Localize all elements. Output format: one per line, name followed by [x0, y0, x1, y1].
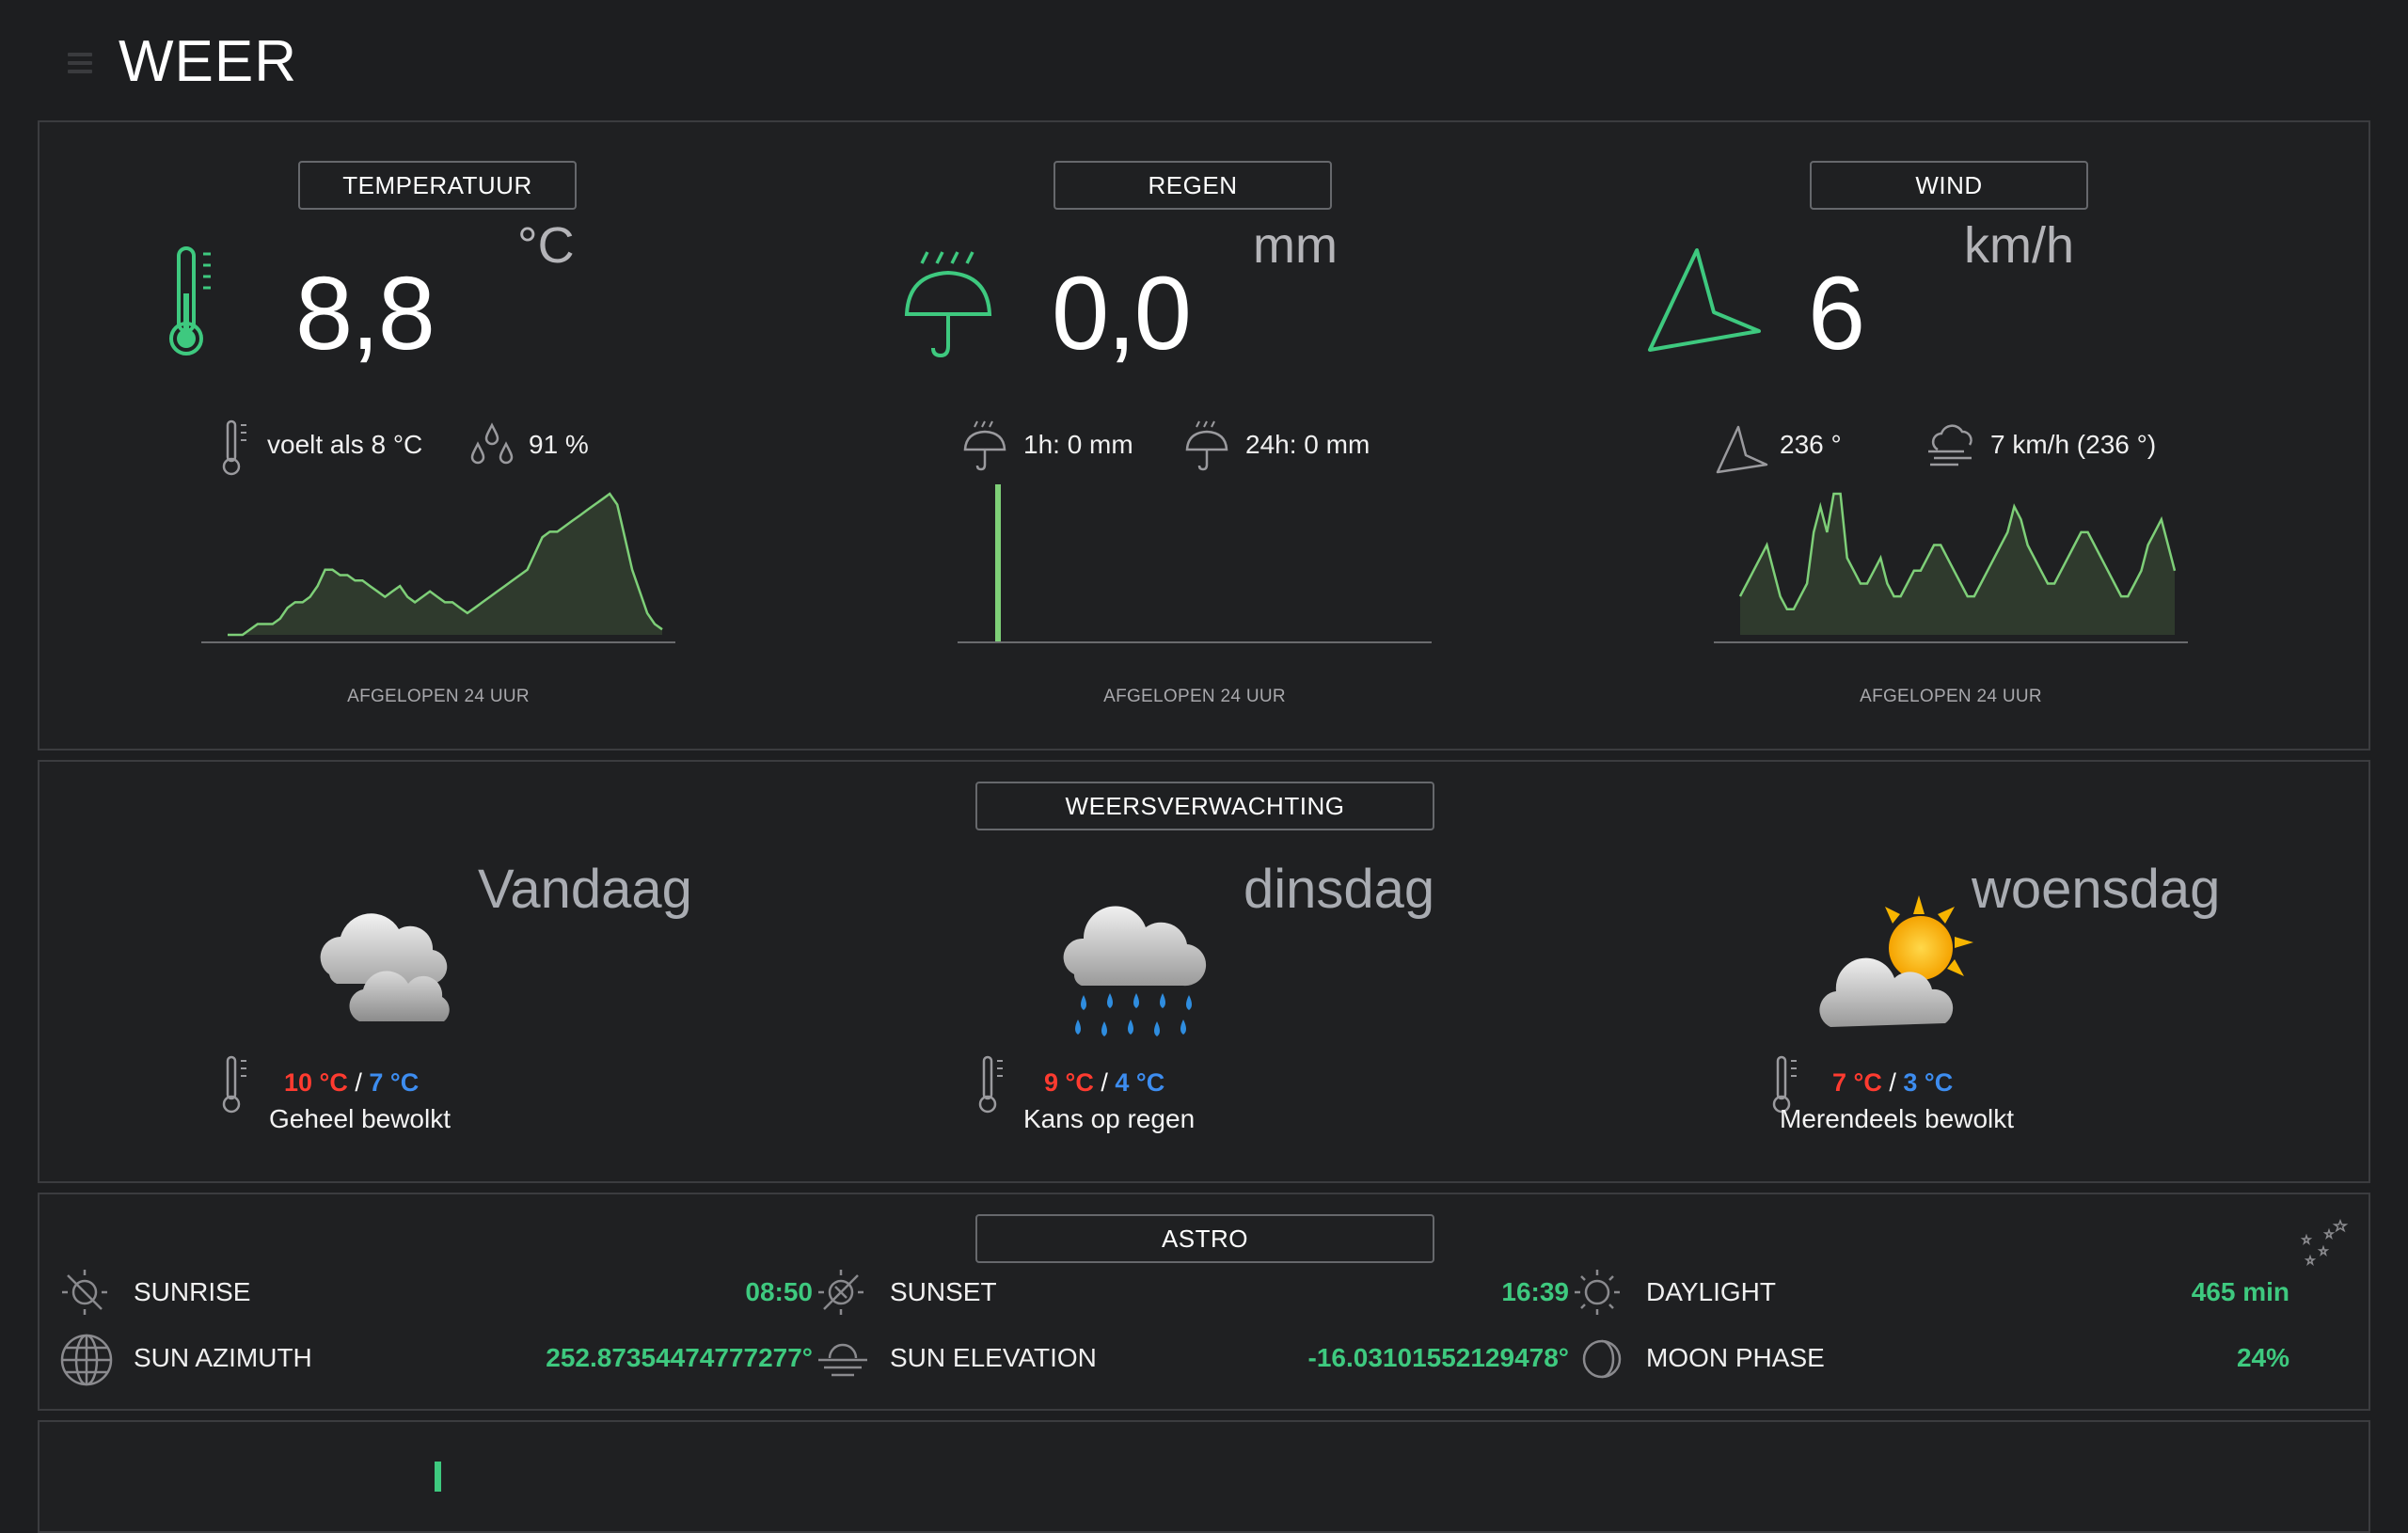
hamburger-menu-icon[interactable]	[68, 53, 92, 73]
moon-phase-value: 24%	[2237, 1343, 2289, 1373]
temperature-unit: °C	[517, 216, 575, 275]
daylight-value: 465 min	[2192, 1277, 2289, 1307]
stars-icon	[2297, 1217, 2350, 1270]
thermometer-icon	[164, 245, 220, 357]
rain-cloud-icon	[1057, 884, 1236, 1053]
sun-elevation-value: -16.03101552129478°	[1308, 1343, 1569, 1373]
sunset-icon	[815, 1266, 867, 1319]
forecast-thermometer-icon	[218, 1055, 252, 1114]
daylight-sun-icon	[1571, 1266, 1624, 1319]
page-title: WEER	[119, 28, 297, 95]
rain-chart	[958, 484, 1432, 672]
temperature-chart	[201, 484, 675, 672]
forecast-condition: Kans op regen	[1023, 1104, 1195, 1134]
top-bar: WEER	[0, 0, 2408, 118]
moon-phase-label: MOON PHASE	[1646, 1343, 1825, 1373]
daylight-label: DAYLIGHT	[1646, 1277, 1776, 1307]
wind-chart-area	[1740, 494, 2175, 635]
wind-direction-small-icon	[1714, 423, 1770, 476]
sunset-value: 16:39	[1501, 1277, 1569, 1307]
temperature-button[interactable]: TEMPERATUUR	[298, 161, 577, 210]
wind-value: 6	[1808, 254, 1863, 373]
globe-icon	[58, 1332, 115, 1388]
wind-direction-icon	[1644, 245, 1766, 357]
sun-azimuth-value: 252.87354474777277°	[546, 1343, 813, 1373]
low-temp: 7 °C	[369, 1068, 419, 1097]
temp-separator: /	[1094, 1068, 1116, 1097]
rain-chart-caption: AFGELOPEN 24 UUR	[959, 687, 1430, 707]
low-temp: 3 °C	[1903, 1068, 1953, 1097]
rain-24h-text: 24h: 0 mm	[1245, 430, 1370, 460]
bottom-panel	[38, 1420, 2370, 1533]
temperature-value: 8,8	[295, 254, 434, 373]
moon-phase-icon	[1578, 1335, 1625, 1383]
forecast-thermometer-icon	[974, 1055, 1008, 1114]
temperature-chart-area	[228, 494, 662, 635]
sunrise-label: SUNRISE	[134, 1277, 250, 1307]
rain-unit: mm	[1253, 216, 1338, 275]
low-temp: 4 °C	[1115, 1068, 1164, 1097]
temp-separator: /	[1882, 1068, 1904, 1097]
sun-elevation-horizon-icon	[815, 1335, 871, 1383]
forecast-temperatures: 10 °C / 7 °C	[284, 1068, 419, 1098]
current-conditions-panel: TEMPERATUUR 8,8 °C voelt als 8 °C 91 % A…	[38, 120, 2370, 751]
forecast-day-name: Vandaag	[478, 858, 692, 921]
high-temp: 9 °C	[1044, 1068, 1094, 1097]
rain-value: 0,0	[1052, 254, 1190, 373]
sun-behind-cloud-icon	[1814, 890, 1992, 1040]
bottom-indicator-bar	[435, 1462, 441, 1492]
sun-elevation-label: SUN ELEVATION	[890, 1343, 1097, 1373]
temp-separator: /	[348, 1068, 370, 1097]
wind-unit: km/h	[1964, 216, 2074, 275]
rain-1h-text: 1h: 0 mm	[1023, 430, 1133, 460]
forecast-button[interactable]: WEERSVERWACHTING	[975, 782, 1434, 830]
feels-like-thermometer-icon	[218, 419, 252, 476]
sunrise-icon	[58, 1266, 111, 1319]
rain-chart-bar	[995, 484, 1001, 642]
wind-chart-caption: AFGELOPEN 24 UUR	[1716, 687, 2186, 707]
temperature-chart-caption: AFGELOPEN 24 UUR	[203, 687, 673, 707]
sun-azimuth-label: SUN AZIMUTH	[134, 1343, 312, 1373]
overcast-cloud-icon	[301, 901, 480, 1033]
wind-direction-text: 236 °	[1780, 430, 1842, 460]
rain-24h-umbrella-icon	[1183, 418, 1230, 472]
high-temp: 10 °C	[284, 1068, 348, 1097]
forecast-day-name: dinsdag	[1244, 858, 1434, 921]
sunrise-value: 08:50	[745, 1277, 813, 1307]
rain-1h-umbrella-icon	[961, 418, 1008, 472]
forecast-condition: Merendeels bewolkt	[1780, 1104, 2014, 1134]
forecast-day-name: woensdag	[1972, 858, 2220, 921]
humidity-text: 91 %	[529, 430, 589, 460]
astro-panel: ASTRO SUNRISE 08:50 SUNSET 16:39	[38, 1193, 2370, 1411]
forecast-condition: Geheel bewolkt	[269, 1104, 451, 1134]
wind-button[interactable]: WIND	[1810, 161, 2088, 210]
astro-button[interactable]: ASTRO	[975, 1214, 1434, 1263]
feels-like-text: voelt als 8 °C	[267, 430, 422, 460]
rain-button[interactable]: REGEN	[1054, 161, 1332, 210]
high-temp: 7 °C	[1832, 1068, 1882, 1097]
forecast-temperatures: 7 °C / 3 °C	[1832, 1068, 1953, 1098]
wind-gust-icon	[1925, 421, 1981, 468]
sunset-label: SUNSET	[890, 1277, 997, 1307]
umbrella-icon	[901, 241, 995, 363]
wind-gust-text: 7 km/h (236 °)	[1990, 430, 2156, 460]
forecast-temperatures: 9 °C / 4 °C	[1044, 1068, 1164, 1098]
humidity-drops-icon	[468, 421, 515, 468]
wind-chart	[1714, 484, 2188, 672]
forecast-panel: WEERSVERWACHTING Vandaag 10 °C / 7 °C Ge…	[38, 760, 2370, 1183]
